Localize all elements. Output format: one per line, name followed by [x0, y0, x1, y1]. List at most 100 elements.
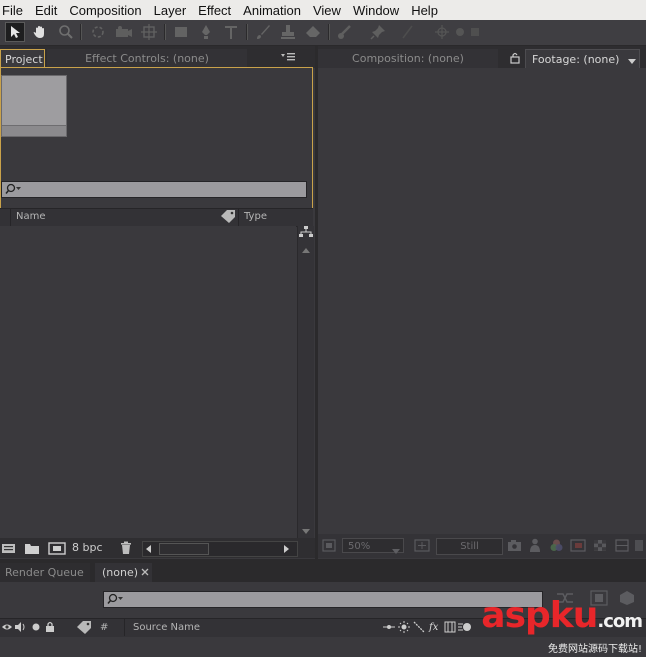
quality-slash-icon[interactable] [413, 621, 425, 636]
rotation-icon [92, 26, 104, 38]
label-tag-icon[interactable] [76, 621, 92, 637]
type-tool-button[interactable] [221, 22, 241, 42]
scroll-right-arrow-icon[interactable] [283, 544, 290, 557]
column-type[interactable]: Type [244, 211, 267, 222]
tab-effect-controls[interactable]: Effect Controls: (none) [47, 49, 247, 68]
menu-animation[interactable]: Animation [238, 3, 308, 18]
3d-view-grid-icon[interactable] [615, 539, 629, 555]
axis-mode-view-button[interactable] [465, 22, 485, 42]
menu-edit[interactable]: Edit [30, 3, 64, 18]
project-horizontal-scrollbar[interactable] [142, 541, 298, 557]
channels-rgb-icon[interactable] [549, 538, 564, 556]
tab-project[interactable]: Project [0, 49, 45, 68]
interpret-footage-icon[interactable] [1, 541, 17, 558]
show-snapshot-person-icon[interactable] [529, 538, 541, 556]
tab-none-composition[interactable]: (none) [95, 563, 152, 582]
slash-icon [402, 25, 413, 39]
project-search-input[interactable] [1, 181, 307, 198]
scroll-down-arrow-icon[interactable] [301, 525, 311, 538]
clone-stamp-tool-button[interactable] [278, 22, 298, 42]
flowchart-icon[interactable] [298, 225, 314, 242]
watermark-brand: aspku [481, 595, 598, 636]
viewer-tabbar: Composition: (none) Footage: (none) [318, 46, 646, 68]
pan-behind-tool-button[interactable] [139, 22, 159, 42]
timeline-tabbar: Render Queue (none) [0, 562, 646, 582]
eye-icon[interactable] [1, 621, 13, 636]
scroll-left-arrow-icon[interactable] [145, 544, 152, 557]
project-item-list[interactable] [0, 226, 296, 538]
pen-icon [202, 25, 210, 39]
column-name[interactable]: Name [16, 211, 46, 222]
roto-brush-tool-button[interactable] [335, 22, 355, 42]
tab-none-label: (none) [102, 566, 139, 579]
type-icon [225, 26, 237, 39]
transparency-grid-icon[interactable] [593, 539, 607, 555]
title-action-safe-icon[interactable] [414, 539, 430, 555]
project-thumbnail [1, 75, 67, 137]
tab-render-queue[interactable]: Render Queue [0, 563, 90, 582]
search-icon [5, 183, 23, 198]
still-label: Still [460, 541, 479, 552]
selection-tool-button[interactable] [5, 22, 25, 42]
viewer-footer: 50% Still [318, 534, 646, 558]
watermark: aspku.com 免费网站源码下载站! [481, 595, 643, 656]
snapshot-camera-icon[interactable] [507, 539, 522, 555]
column-layer-number[interactable]: # [100, 622, 108, 633]
column-source-name[interactable]: Source Name [133, 622, 200, 633]
tab-project-label: Project [5, 53, 43, 66]
region-of-interest-icon[interactable] [570, 539, 586, 555]
toolbar-separator [80, 24, 82, 40]
footage-dropdown-icon[interactable] [628, 55, 636, 68]
pushpin-icon [370, 25, 385, 40]
zoom-tool-button[interactable] [56, 22, 76, 42]
more-icon[interactable] [634, 539, 644, 555]
effects-fx-icon[interactable]: fx [429, 622, 438, 633]
menu-help[interactable]: Help [406, 3, 445, 18]
brush-tool-button[interactable] [253, 22, 273, 42]
new-composition-icon[interactable] [48, 541, 66, 558]
snapshot-still-select[interactable]: Still [436, 538, 503, 555]
menu-window[interactable]: Window [348, 3, 406, 18]
watermark-logo: aspku.com [481, 595, 643, 640]
lock-icon[interactable] [45, 621, 55, 636]
panel-menu-icon[interactable] [280, 52, 296, 65]
camera-tool-button[interactable] [114, 22, 134, 42]
tab-composition[interactable]: Composition: (none) [318, 49, 498, 68]
lock-icon[interactable] [509, 52, 521, 67]
scroll-thumb[interactable] [159, 543, 209, 555]
menu-layer[interactable]: Layer [149, 3, 194, 18]
speaker-icon[interactable] [14, 621, 28, 636]
label-tag-icon[interactable] [220, 210, 236, 226]
scroll-up-arrow-icon[interactable] [301, 244, 311, 257]
puppet-overlap-tool-button[interactable] [397, 22, 417, 42]
trash-icon[interactable] [119, 541, 133, 558]
collapse-sun-icon[interactable] [398, 621, 410, 636]
rectangle-tool-button[interactable] [171, 22, 191, 42]
frame-blending-icon[interactable] [444, 621, 456, 636]
magnification-select[interactable]: 50% [342, 538, 404, 554]
axis-mode-local-button[interactable] [432, 22, 452, 42]
menu-file[interactable]: File [0, 3, 30, 18]
menu-view[interactable]: View [308, 3, 348, 18]
menu-composition[interactable]: Composition [64, 3, 148, 18]
eraser-tool-button[interactable] [303, 22, 323, 42]
pen-tool-button[interactable] [196, 22, 216, 42]
solo-dot-icon[interactable] [31, 622, 41, 635]
menu-effect[interactable]: Effect [193, 3, 238, 18]
close-icon[interactable] [141, 563, 149, 582]
tab-footage[interactable]: Footage: (none) [525, 49, 640, 68]
watermark-domain: .com [597, 611, 643, 632]
project-vertical-scrollbar[interactable] [297, 226, 314, 538]
always-preview-icon[interactable] [322, 539, 336, 555]
tools-toolbar [0, 20, 646, 46]
puppet-pin-tool-button[interactable] [368, 22, 388, 42]
hand-tool-button[interactable] [30, 22, 50, 42]
timeline-search-input[interactable] [103, 591, 543, 608]
motion-blur-icon[interactable] [458, 621, 472, 636]
bit-depth-button[interactable]: 8 bpc [72, 541, 103, 554]
rotation-tool-button[interactable] [88, 22, 108, 42]
column-divider [124, 619, 125, 636]
new-folder-icon[interactable] [24, 541, 40, 558]
shy-switch-icon[interactable] [382, 622, 396, 635]
roto-brush-icon [338, 25, 351, 39]
